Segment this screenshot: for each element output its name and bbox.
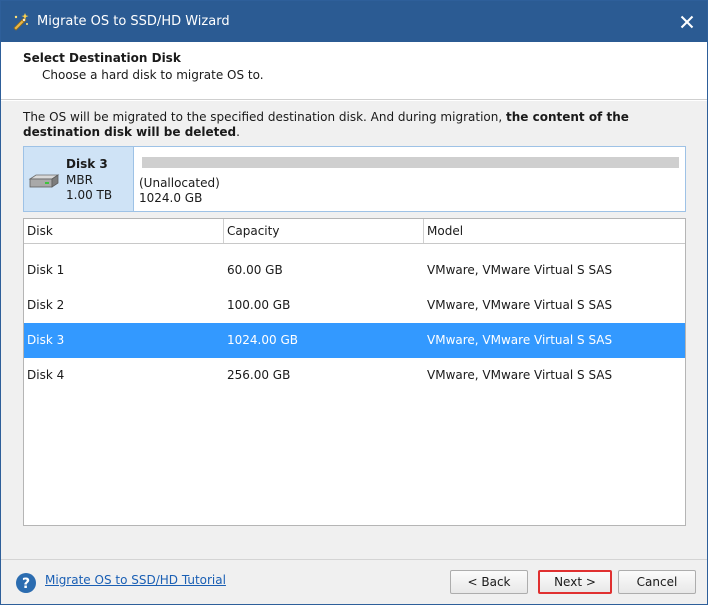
- wizard-footer: ? Migrate OS to SSD/HD Tutorial < Back N…: [1, 559, 707, 604]
- partition-size: 1024.0 GB: [139, 191, 203, 205]
- window-title: Migrate OS to SSD/HD Wizard: [37, 14, 230, 29]
- table-row-selected[interactable]: Disk 3 1024.00 GB VMware, VMware Virtual…: [24, 323, 685, 358]
- partition-bar: [142, 157, 679, 168]
- wizard-window: Migrate OS to SSD/HD Wizard Select Desti…: [0, 0, 708, 605]
- cell-model: VMware, VMware Virtual S SAS: [427, 333, 613, 347]
- disk-name: Disk 3: [66, 157, 108, 171]
- disk-type: MBR: [66, 173, 93, 187]
- table-row[interactable]: Disk 1 60.00 GB VMware, VMware Virtual S…: [24, 253, 685, 288]
- page-subtitle: Choose a hard disk to migrate OS to.: [42, 68, 264, 82]
- disk-card-info: Disk 3 MBR 1.00 TB: [24, 147, 134, 211]
- cell-model: VMware, VMware Virtual S SAS: [427, 368, 613, 382]
- close-icon: [680, 15, 694, 29]
- cell-model: VMware, VMware Virtual S SAS: [427, 263, 613, 277]
- cancel-button[interactable]: Cancel: [618, 570, 696, 594]
- wizard-header: Select Destination Disk Choose a hard di…: [1, 42, 707, 100]
- wizard-app-icon: [10, 12, 30, 32]
- svg-text:?: ?: [22, 576, 30, 592]
- cell-disk: Disk 3: [27, 333, 65, 347]
- migration-warning: The OS will be migrated to the specified…: [23, 110, 691, 140]
- cell-capacity: 60.00 GB: [227, 263, 283, 277]
- hard-disk-icon: [28, 173, 60, 189]
- cell-disk: Disk 4: [27, 368, 65, 382]
- next-button[interactable]: Next >: [538, 570, 612, 594]
- close-button[interactable]: [673, 8, 701, 36]
- table-row[interactable]: Disk 2 100.00 GB VMware, VMware Virtual …: [24, 288, 685, 323]
- cell-capacity: 1024.00 GB: [227, 333, 298, 347]
- table-header: Disk Capacity Model: [24, 219, 685, 244]
- cell-capacity: 100.00 GB: [227, 298, 291, 312]
- page-title: Select Destination Disk: [23, 51, 181, 65]
- warning-text-end: .: [236, 125, 240, 139]
- cell-model: VMware, VMware Virtual S SAS: [427, 298, 613, 312]
- tutorial-link[interactable]: Migrate OS to SSD/HD Tutorial: [45, 573, 226, 587]
- column-header-model[interactable]: Model: [424, 219, 685, 243]
- column-header-capacity[interactable]: Capacity: [224, 219, 424, 243]
- cell-disk: Disk 1: [27, 263, 65, 277]
- help-icon[interactable]: ?: [15, 572, 37, 594]
- wizard-content: The OS will be migrated to the specified…: [1, 101, 707, 560]
- partition-label: (Unallocated): [139, 176, 220, 190]
- disk-table: Disk Capacity Model Disk 1 60.00 GB VMwa…: [23, 218, 686, 526]
- title-bar: Migrate OS to SSD/HD Wizard: [1, 1, 707, 42]
- back-button[interactable]: < Back: [450, 570, 528, 594]
- disk-size: 1.00 TB: [66, 188, 113, 202]
- column-header-disk[interactable]: Disk: [24, 219, 224, 243]
- selected-disk-card[interactable]: Disk 3 MBR 1.00 TB (Unallocated) 1024.0 …: [23, 146, 686, 212]
- cell-disk: Disk 2: [27, 298, 65, 312]
- cell-capacity: 256.00 GB: [227, 368, 291, 382]
- table-row[interactable]: Disk 4 256.00 GB VMware, VMware Virtual …: [24, 358, 685, 393]
- warning-text: The OS will be migrated to the specified…: [23, 110, 506, 124]
